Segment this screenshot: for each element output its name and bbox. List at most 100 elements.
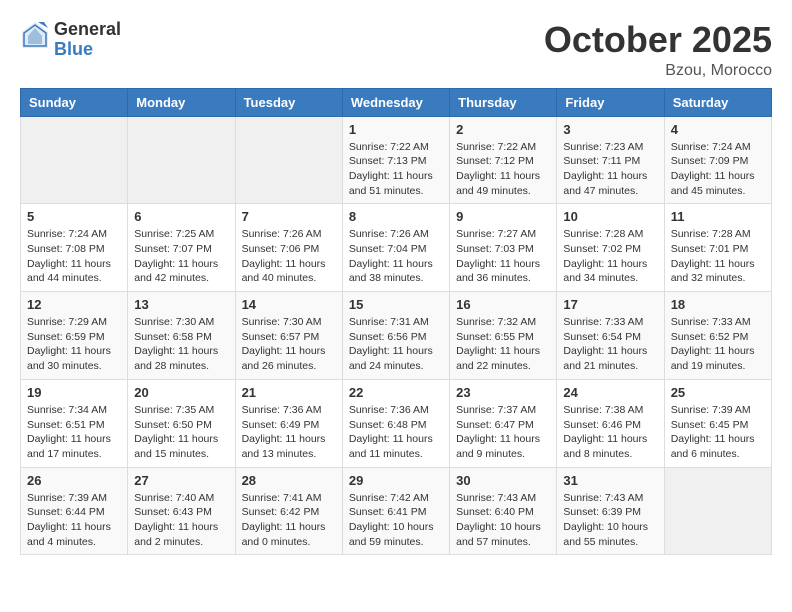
- header-monday: Monday: [128, 88, 235, 116]
- logo-icon: [20, 20, 50, 50]
- day-number: 15: [349, 297, 443, 312]
- day-info: Sunrise: 7:37 AM Sunset: 6:47 PM Dayligh…: [456, 403, 550, 462]
- page: General Blue October 2025 Bzou, Morocco …: [0, 0, 792, 575]
- day-number: 4: [671, 122, 765, 137]
- day-info: Sunrise: 7:28 AM Sunset: 7:01 PM Dayligh…: [671, 227, 765, 286]
- day-info: Sunrise: 7:30 AM Sunset: 6:58 PM Dayligh…: [134, 315, 228, 374]
- day-number: 20: [134, 385, 228, 400]
- day-number: 16: [456, 297, 550, 312]
- day-info: Sunrise: 7:28 AM Sunset: 7:02 PM Dayligh…: [563, 227, 657, 286]
- day-number: 19: [27, 385, 121, 400]
- cell-week1-day7: 4 Sunrise: 7:24 AM Sunset: 7:09 PM Daylig…: [664, 116, 771, 204]
- day-info: Sunrise: 7:40 AM Sunset: 6:43 PM Dayligh…: [134, 491, 228, 550]
- week-row-4: 19Sunrise: 7:34 AM Sunset: 6:51 PM Dayli…: [21, 379, 772, 467]
- day-number: 6: [134, 209, 228, 224]
- cell-week2-day7: 11 Sunrise: 7:28 AM Sunset: 7:01 PM Dayli…: [664, 204, 771, 292]
- day-number: 8: [349, 209, 443, 224]
- day-number: 18: [671, 297, 765, 312]
- day-info: Sunrise: 7:43 AM Sunset: 6:40 PM Dayligh…: [456, 491, 550, 550]
- cell-week3-day1: 12 Sunrise: 7:29 AM Sunset: 6:59 PM Dayli…: [21, 292, 128, 380]
- day-number: 22: [349, 385, 443, 400]
- month-title: October 2025: [544, 20, 772, 60]
- day-info: Sunrise: 7:26 AM Sunset: 7:04 PM Dayligh…: [349, 227, 443, 286]
- header-saturday: Saturday: [664, 88, 771, 116]
- week-row-2: 5 Sunrise: 7:24 AM Sunset: 7:08 PM Daylig…: [21, 204, 772, 292]
- title-block: October 2025 Bzou, Morocco: [544, 20, 772, 80]
- day-number: 10: [563, 209, 657, 224]
- header-wednesday: Wednesday: [342, 88, 449, 116]
- weekday-header-row: Sunday Monday Tuesday Wednesday Thursday…: [21, 88, 772, 116]
- day-number: 13: [134, 297, 228, 312]
- day-info: Sunrise: 7:29 AM Sunset: 6:59 PM Dayligh…: [27, 315, 121, 374]
- day-info: Sunrise: 7:38 AM Sunset: 6:46 PM Dayligh…: [563, 403, 657, 462]
- day-number: 11: [671, 209, 765, 224]
- day-number: 24: [563, 385, 657, 400]
- day-number: 23: [456, 385, 550, 400]
- cell-week4-day6: 24 Sunrise: 7:38 AM Sunset: 6:46 PM Dayli…: [557, 379, 664, 467]
- cell-week4-day1: 19Sunrise: 7:34 AM Sunset: 6:51 PM Dayli…: [21, 379, 128, 467]
- cell-week4-day3: 21 Sunrise: 7:36 AM Sunset: 6:49 PM Dayli…: [235, 379, 342, 467]
- day-info: Sunrise: 7:24 AM Sunset: 7:09 PM Dayligh…: [671, 140, 765, 199]
- day-number: 27: [134, 473, 228, 488]
- cell-week3-day5: 16 Sunrise: 7:32 AM Sunset: 6:55 PM Dayli…: [450, 292, 557, 380]
- week-row-1: 1Sunrise: 7:22 AM Sunset: 7:13 PM Daylig…: [21, 116, 772, 204]
- logo-text: General Blue: [54, 20, 121, 60]
- week-row-3: 12 Sunrise: 7:29 AM Sunset: 6:59 PM Dayli…: [21, 292, 772, 380]
- day-number: 21: [242, 385, 336, 400]
- cell-week5-day1: 26 Sunrise: 7:39 AM Sunset: 6:44 PM Dayli…: [21, 467, 128, 555]
- cell-week1-day5: 2Sunrise: 7:22 AM Sunset: 7:12 PM Daylig…: [450, 116, 557, 204]
- day-number: 28: [242, 473, 336, 488]
- calendar: Sunday Monday Tuesday Wednesday Thursday…: [20, 88, 772, 556]
- header-thursday: Thursday: [450, 88, 557, 116]
- day-number: 30: [456, 473, 550, 488]
- header-tuesday: Tuesday: [235, 88, 342, 116]
- header: General Blue October 2025 Bzou, Morocco: [20, 20, 772, 80]
- cell-week2-day6: 10 Sunrise: 7:28 AM Sunset: 7:02 PM Dayli…: [557, 204, 664, 292]
- day-info: Sunrise: 7:42 AM Sunset: 6:41 PM Dayligh…: [349, 491, 443, 550]
- cell-week5-day7: [664, 467, 771, 555]
- day-number: 17: [563, 297, 657, 312]
- header-friday: Friday: [557, 88, 664, 116]
- cell-week4-day5: 23 Sunrise: 7:37 AM Sunset: 6:47 PM Dayli…: [450, 379, 557, 467]
- cell-week2-day4: 8 Sunrise: 7:26 AM Sunset: 7:04 PM Daylig…: [342, 204, 449, 292]
- cell-week5-day2: 27 Sunrise: 7:40 AM Sunset: 6:43 PM Dayli…: [128, 467, 235, 555]
- header-sunday: Sunday: [21, 88, 128, 116]
- day-info: Sunrise: 7:39 AM Sunset: 6:44 PM Dayligh…: [27, 491, 121, 550]
- day-info: Sunrise: 7:39 AM Sunset: 6:45 PM Dayligh…: [671, 403, 765, 462]
- day-info: Sunrise: 7:30 AM Sunset: 6:57 PM Dayligh…: [242, 315, 336, 374]
- day-number: 26: [27, 473, 121, 488]
- day-info: Sunrise: 7:35 AM Sunset: 6:50 PM Dayligh…: [134, 403, 228, 462]
- cell-week1-day3: [235, 116, 342, 204]
- logo: General Blue: [20, 20, 121, 60]
- day-number: 29: [349, 473, 443, 488]
- cell-week5-day6: 31Sunrise: 7:43 AM Sunset: 6:39 PM Dayli…: [557, 467, 664, 555]
- cell-week4-day7: 25 Sunrise: 7:39 AM Sunset: 6:45 PM Dayli…: [664, 379, 771, 467]
- day-info: Sunrise: 7:36 AM Sunset: 6:48 PM Dayligh…: [349, 403, 443, 462]
- cell-week3-day3: 14 Sunrise: 7:30 AM Sunset: 6:57 PM Dayli…: [235, 292, 342, 380]
- day-info: Sunrise: 7:23 AM Sunset: 7:11 PM Dayligh…: [563, 140, 657, 199]
- cell-week3-day2: 13 Sunrise: 7:30 AM Sunset: 6:58 PM Dayli…: [128, 292, 235, 380]
- day-info: Sunrise: 7:33 AM Sunset: 6:52 PM Dayligh…: [671, 315, 765, 374]
- day-info: Sunrise: 7:43 AM Sunset: 6:39 PM Dayligh…: [563, 491, 657, 550]
- cell-week4-day2: 20 Sunrise: 7:35 AM Sunset: 6:50 PM Dayli…: [128, 379, 235, 467]
- day-number: 5: [27, 209, 121, 224]
- day-info: Sunrise: 7:24 AM Sunset: 7:08 PM Dayligh…: [27, 227, 121, 286]
- day-info: Sunrise: 7:26 AM Sunset: 7:06 PM Dayligh…: [242, 227, 336, 286]
- cell-week1-day6: 3Sunrise: 7:23 AM Sunset: 7:11 PM Daylig…: [557, 116, 664, 204]
- cell-week2-day5: 9Sunrise: 7:27 AM Sunset: 7:03 PM Daylig…: [450, 204, 557, 292]
- location: Bzou, Morocco: [544, 62, 772, 80]
- day-info: Sunrise: 7:33 AM Sunset: 6:54 PM Dayligh…: [563, 315, 657, 374]
- cell-week1-day2: [128, 116, 235, 204]
- day-number: 2: [456, 122, 550, 137]
- cell-week2-day3: 7Sunrise: 7:26 AM Sunset: 7:06 PM Daylig…: [235, 204, 342, 292]
- day-number: 12: [27, 297, 121, 312]
- day-number: 14: [242, 297, 336, 312]
- day-number: 1: [349, 122, 443, 137]
- day-number: 25: [671, 385, 765, 400]
- day-info: Sunrise: 7:32 AM Sunset: 6:55 PM Dayligh…: [456, 315, 550, 374]
- cell-week3-day4: 15Sunrise: 7:31 AM Sunset: 6:56 PM Dayli…: [342, 292, 449, 380]
- day-info: Sunrise: 7:41 AM Sunset: 6:42 PM Dayligh…: [242, 491, 336, 550]
- day-info: Sunrise: 7:36 AM Sunset: 6:49 PM Dayligh…: [242, 403, 336, 462]
- logo-blue-text: Blue: [54, 40, 121, 60]
- cell-week3-day6: 17 Sunrise: 7:33 AM Sunset: 6:54 PM Dayli…: [557, 292, 664, 380]
